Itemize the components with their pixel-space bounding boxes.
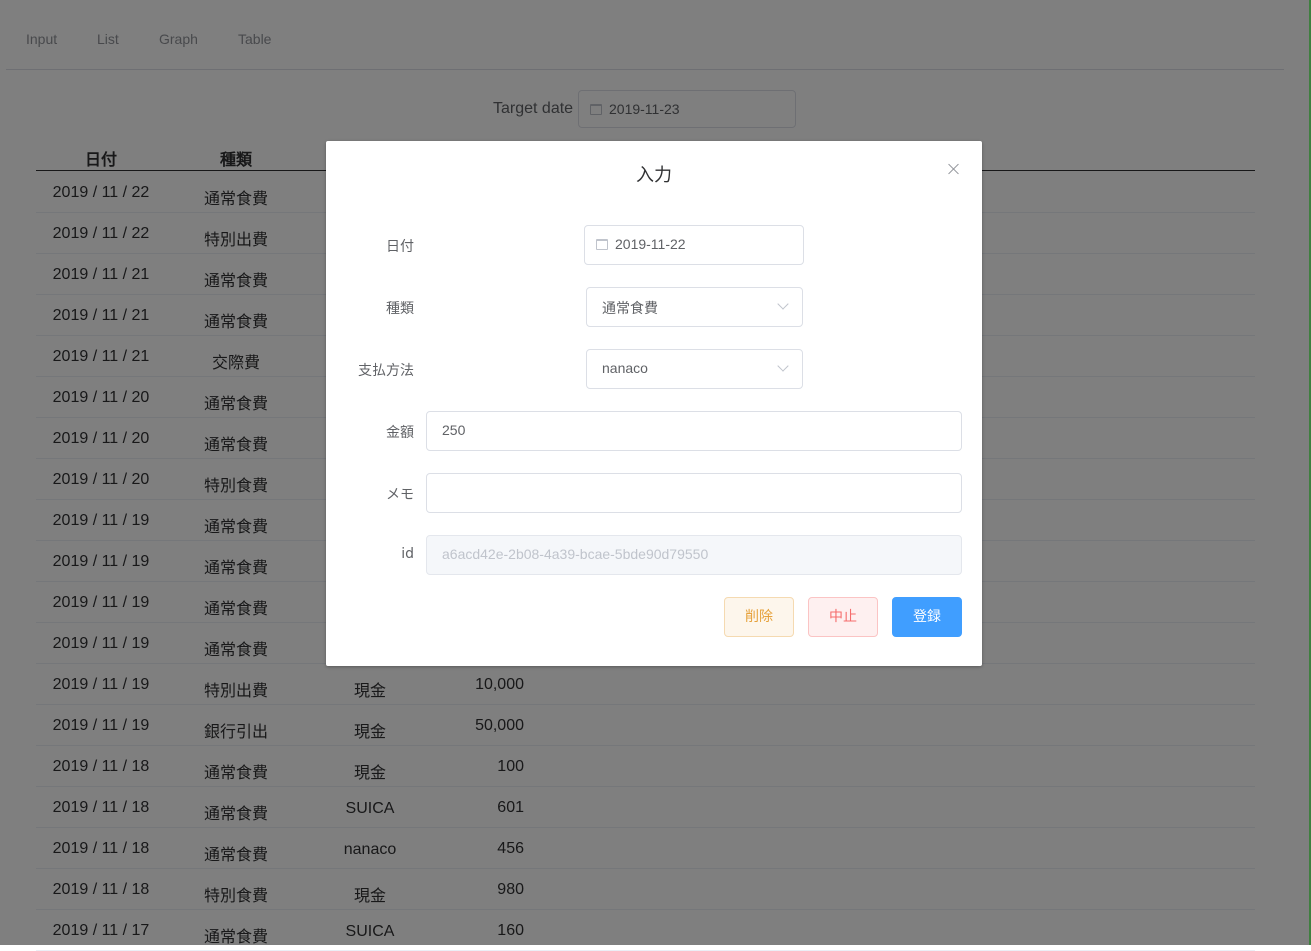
kind-select[interactable]: 通常食費 bbox=[586, 287, 803, 327]
kind-value: 通常食費 bbox=[602, 300, 658, 316]
id-label: id bbox=[401, 546, 414, 562]
chevron-down-icon bbox=[777, 360, 789, 372]
memo-input[interactable] bbox=[426, 473, 962, 513]
date-value: 2019-11-22 bbox=[615, 236, 686, 252]
date-label: 日付 bbox=[386, 239, 414, 255]
amount-label: 金額 bbox=[386, 425, 414, 441]
amount-value: 250 bbox=[442, 422, 466, 438]
amount-input[interactable]: 250 bbox=[426, 411, 962, 451]
payment-value: nanaco bbox=[602, 360, 648, 376]
date-picker[interactable]: 2019-11-22 bbox=[584, 225, 804, 265]
id-value: a6acd42e-2b08-4a39-bcae-5bde90d79550 bbox=[442, 546, 709, 562]
memo-label: メモ bbox=[386, 487, 414, 503]
id-input: a6acd42e-2b08-4a39-bcae-5bde90d79550 bbox=[426, 535, 962, 575]
input-dialog: 入力 日付 2019-11-22 種類 通常食費 支払方法 nanaco 金額 … bbox=[326, 141, 982, 666]
delete-button[interactable]: 削除 bbox=[724, 597, 794, 637]
save-button[interactable]: 登録 bbox=[892, 597, 962, 637]
payment-label: 支払方法 bbox=[358, 363, 414, 379]
payment-select[interactable]: nanaco bbox=[586, 349, 803, 389]
dialog-title: 入力 bbox=[636, 165, 672, 186]
kind-label: 種類 bbox=[386, 301, 414, 317]
calendar-icon bbox=[596, 239, 608, 250]
chevron-down-icon bbox=[777, 298, 789, 310]
close-icon[interactable] bbox=[946, 161, 962, 177]
cancel-button[interactable]: 中止 bbox=[808, 597, 878, 637]
